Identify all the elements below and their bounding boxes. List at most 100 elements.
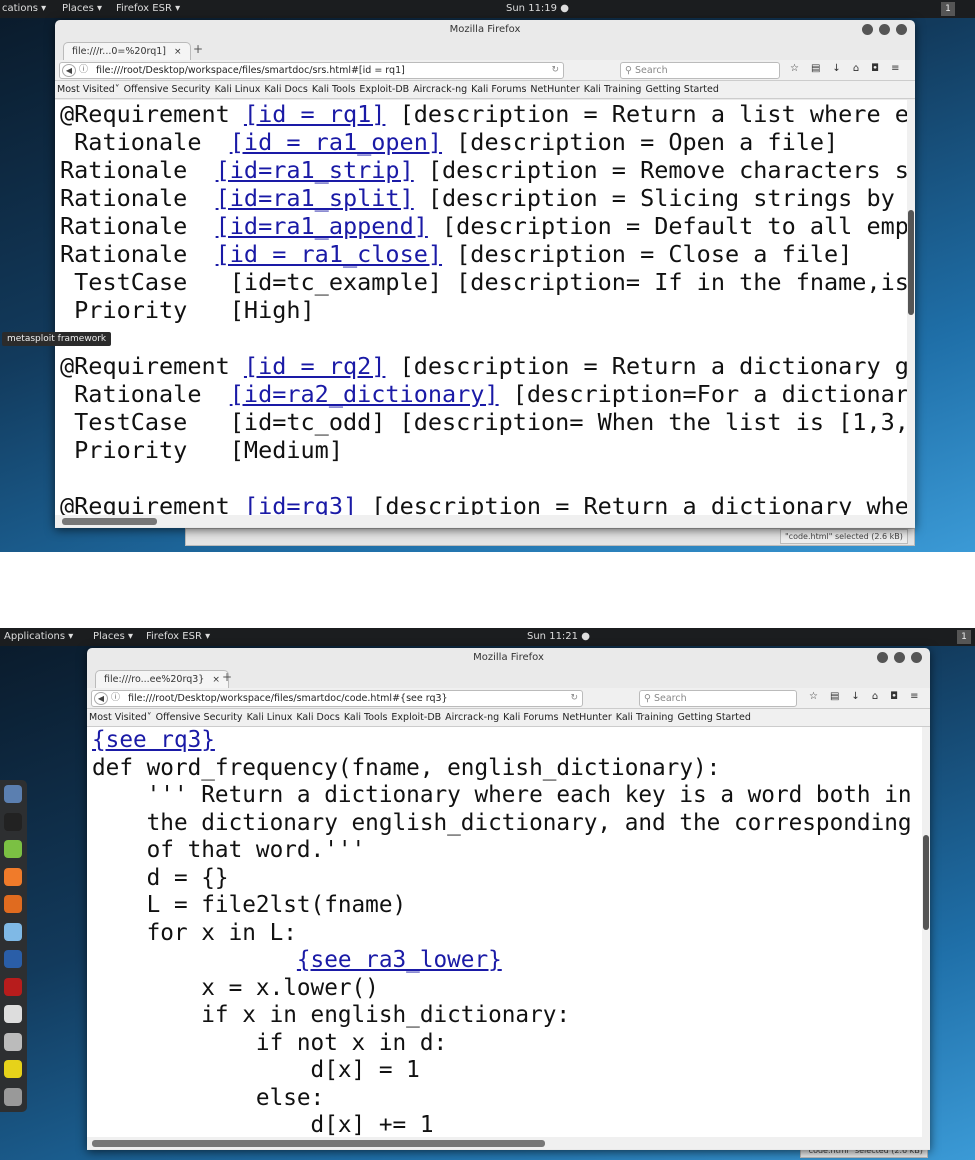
tab-active[interactable]: file:///ro...ee%20rq3} ×: [95, 670, 229, 688]
maximize-button[interactable]: [894, 652, 905, 663]
tab-close-icon[interactable]: ×: [174, 47, 182, 57]
files-icon[interactable]: [4, 785, 22, 803]
info-icon[interactable]: ⓘ: [111, 691, 120, 706]
reload-icon[interactable]: ↻: [551, 63, 559, 78]
anchor-link[interactable]: [id=ra1_strip]: [216, 156, 414, 184]
bookmark-item[interactable]: Most Visited˅: [89, 712, 152, 723]
bookmark-item[interactable]: Offensive Security: [156, 712, 243, 723]
anchor-link[interactable]: [id=rq3]: [244, 492, 357, 515]
firefox-esr-menu[interactable]: Firefox ESR ▾: [146, 628, 210, 646]
anchor-link[interactable]: {see rq3}: [92, 727, 215, 753]
search-input[interactable]: ⚲ Search: [620, 62, 780, 79]
search-input[interactable]: ⚲ Search: [639, 690, 797, 707]
applications-menu[interactable]: Applications ▾: [4, 628, 73, 646]
minimize-button[interactable]: [862, 24, 873, 35]
horizontal-scrollbar-thumb[interactable]: [62, 518, 157, 525]
reading-list-icon[interactable]: ▤: [811, 63, 820, 74]
close-button[interactable]: [896, 24, 907, 35]
applications-menu[interactable]: cations ▾: [2, 0, 46, 18]
bookmark-item[interactable]: Exploit-DB: [391, 712, 441, 723]
url-text[interactable]: file:///root/Desktop/workspace/files/sma…: [96, 65, 405, 76]
text-editor-icon[interactable]: [4, 840, 22, 858]
new-tab-button[interactable]: +: [222, 670, 232, 684]
anchor-link[interactable]: {see ra3_lower}: [297, 947, 502, 973]
close-button[interactable]: [911, 652, 922, 663]
anchor-link[interactable]: [id = rq1]: [244, 100, 385, 128]
pocket-icon[interactable]: ◘: [871, 63, 879, 74]
kismet-icon[interactable]: [4, 1060, 22, 1078]
tab-close-icon[interactable]: ×: [212, 675, 220, 685]
bookmark-item[interactable]: Getting Started: [645, 84, 718, 95]
vertical-scrollbar-thumb[interactable]: [923, 835, 929, 930]
home-icon[interactable]: ⌂: [872, 691, 878, 702]
downloads-icon[interactable]: ↓: [851, 691, 859, 702]
back-button[interactable]: ◀: [94, 692, 108, 705]
bookmark-item[interactable]: NetHunter: [562, 712, 611, 723]
bookmark-item[interactable]: Exploit-DB: [359, 84, 409, 95]
bookmark-item[interactable]: Kali Linux: [215, 84, 261, 95]
bookmark-item[interactable]: Kali Training: [616, 712, 674, 723]
downloads-icon[interactable]: ↓: [832, 63, 840, 74]
workspace-indicator[interactable]: 1: [941, 2, 955, 16]
anchor-link[interactable]: [id=ra1_append]: [216, 212, 428, 240]
bookmark-item[interactable]: Kali Forums: [471, 84, 526, 95]
horizontal-scrollbar[interactable]: [87, 1137, 930, 1149]
bookmark-item[interactable]: Getting Started: [677, 712, 750, 723]
clock[interactable]: Sun 11:21 ●: [527, 628, 590, 646]
tab-active[interactable]: file:///r...0=%20rq1] ×: [63, 42, 191, 60]
show-apps-icon[interactable]: [4, 1087, 22, 1106]
new-tab-button[interactable]: +: [193, 42, 203, 56]
bookmark-item[interactable]: Kali Docs: [264, 84, 307, 95]
anchor-link[interactable]: [id = ra1_open]: [230, 128, 442, 156]
vertical-scrollbar[interactable]: [922, 727, 930, 1137]
places-menu[interactable]: Places ▾: [93, 628, 133, 646]
anchor-link[interactable]: [id = rq2]: [244, 352, 385, 380]
bookmark-item[interactable]: Kali Tools: [312, 84, 356, 95]
vertical-scrollbar-thumb[interactable]: [908, 210, 914, 315]
bookmark-item[interactable]: Kali Training: [584, 84, 642, 95]
reload-icon[interactable]: ↻: [570, 691, 578, 706]
metasploit-icon[interactable]: [4, 950, 22, 968]
info-icon[interactable]: ⓘ: [79, 63, 88, 78]
vertical-scrollbar[interactable]: [907, 100, 915, 515]
bookmark-item[interactable]: Aircrack-ng: [445, 712, 499, 723]
bookmark-star-icon[interactable]: ☆: [809, 691, 818, 702]
url-text[interactable]: file:///root/Desktop/workspace/files/sma…: [128, 693, 448, 704]
bookmark-item[interactable]: Kali Docs: [296, 712, 339, 723]
menu-icon[interactable]: ≡: [910, 691, 918, 702]
bookmark-star-icon[interactable]: ☆: [790, 63, 799, 74]
reading-list-icon[interactable]: ▤: [830, 691, 839, 702]
url-bar[interactable]: ◀ ⓘ file:///root/Desktop/workspace/files/s…: [91, 690, 583, 707]
terminal-icon[interactable]: [4, 812, 22, 831]
maltego-icon[interactable]: [4, 922, 22, 941]
back-button[interactable]: ◀: [62, 64, 76, 77]
clock[interactable]: Sun 11:19 ●: [506, 0, 569, 18]
bookmark-item[interactable]: Kali Forums: [503, 712, 558, 723]
places-menu[interactable]: Places ▾: [62, 0, 102, 18]
faraday-icon[interactable]: [4, 1005, 22, 1023]
cherrytree-icon[interactable]: [4, 977, 22, 996]
bookmark-item[interactable]: NetHunter: [530, 84, 579, 95]
firefox-esr-menu[interactable]: Firefox ESR ▾: [116, 0, 180, 18]
horizontal-scrollbar[interactable]: [55, 515, 915, 527]
workspace-indicator[interactable]: 1: [957, 630, 971, 644]
pocket-icon[interactable]: ◘: [890, 691, 898, 702]
url-bar[interactable]: ◀ ⓘ file:///root/Desktop/workspace/files/s…: [59, 62, 564, 79]
horizontal-scrollbar-thumb[interactable]: [92, 1140, 545, 1147]
bookmark-item[interactable]: Kali Linux: [247, 712, 293, 723]
wifi-tool-icon[interactable]: [4, 1032, 22, 1051]
maximize-button[interactable]: [879, 24, 890, 35]
anchor-link[interactable]: [id=ra1_split]: [216, 184, 414, 212]
anchor-link[interactable]: [id=ra2_dictionary]: [230, 380, 499, 408]
bookmark-item[interactable]: Most Visited˅: [57, 84, 120, 95]
text-segment: def word_frequency(fname, english_dictio…: [92, 754, 721, 781]
home-icon[interactable]: ⌂: [853, 63, 859, 74]
bookmark-item[interactable]: Kali Tools: [344, 712, 388, 723]
anchor-link[interactable]: [id = ra1_close]: [216, 240, 442, 268]
minimize-button[interactable]: [877, 652, 888, 663]
menu-icon[interactable]: ≡: [891, 63, 899, 74]
bookmark-item[interactable]: Offensive Security: [124, 84, 211, 95]
bookmark-item[interactable]: Aircrack-ng: [413, 84, 467, 95]
armitage-icon[interactable]: [4, 895, 22, 913]
burpsuite-icon[interactable]: [4, 867, 22, 886]
